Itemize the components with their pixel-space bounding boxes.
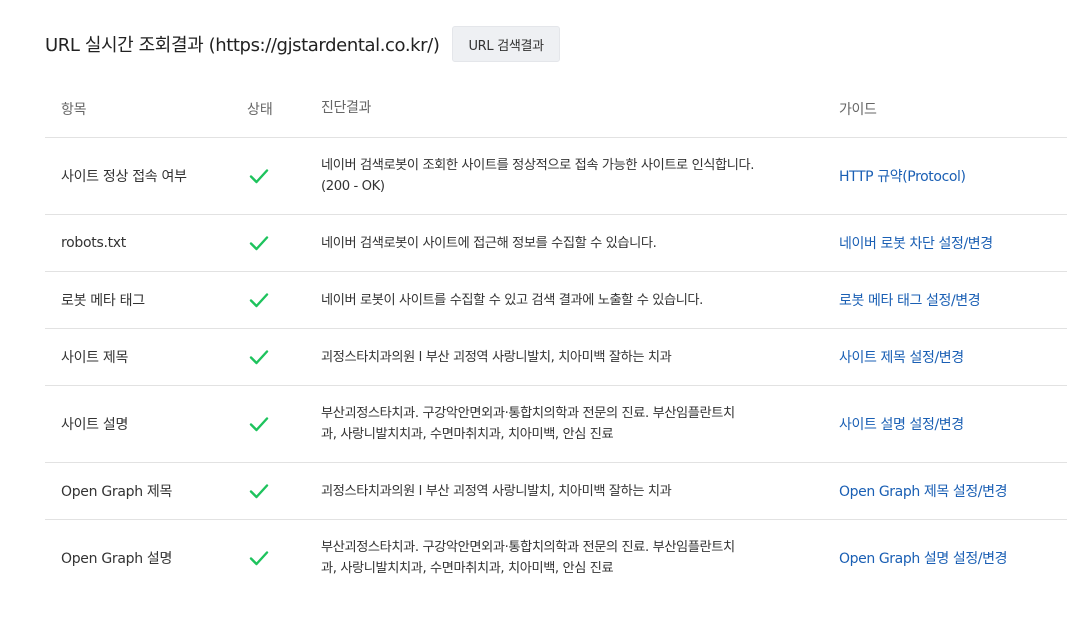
check-icon <box>249 168 269 184</box>
row-item-label: 사이트 정상 접속 여부 <box>61 169 187 185</box>
row-guide: Open Graph 제목 설정/변경 <box>839 481 1067 501</box>
table-row: 사이트 정상 접속 여부 네이버 검색로봇이 조회한 사이트를 정상적으로 접속… <box>45 138 1067 215</box>
row-item-label: Open Graph 설명 <box>61 551 173 567</box>
row-guide: 사이트 설명 설정/변경 <box>839 414 1067 434</box>
row-result-line: 부산괴정스타치과. 구강악안면외과·통합치의학과 전문의 진료. 부산임플란트치 <box>321 406 735 421</box>
row-guide: Open Graph 설명 설정/변경 <box>839 548 1067 568</box>
row-item-label: 사이트 제목 <box>61 350 129 366</box>
guide-link-site-title[interactable]: 사이트 제목 설정/변경 <box>839 350 964 366</box>
row-status <box>231 349 321 365</box>
table-row: 사이트 제목 괴정스타치과의원 l 부산 괴정역 사랑니발치, 치아미백 잘하는… <box>45 329 1067 386</box>
row-result-line: 괴정스타치과의원 l 부산 괴정역 사랑니발치, 치아미백 잘하는 치과 <box>321 349 672 365</box>
row-item-label: 사이트 설명 <box>61 417 129 433</box>
column-header-result: 진단결과 <box>321 100 371 116</box>
table-row: 사이트 설명 부산괴정스타치과. 구강악안면외과·통합치의학과 전문의 진료. … <box>45 386 1067 463</box>
guide-link-site-description[interactable]: 사이트 설명 설정/변경 <box>839 417 964 433</box>
row-result-line-2: 과, 사랑니발치치과, 수면마취치과, 치아미백, 안심 진료 <box>321 561 614 576</box>
check-icon <box>249 292 269 308</box>
row-result-line: 괴정스타치과의원 l 부산 괴정역 사랑니발치, 치아미백 잘하는 치과 <box>321 483 672 499</box>
table-row: Open Graph 제목 괴정스타치과의원 l 부산 괴정역 사랑니발치, 치… <box>45 463 1067 520</box>
row-result-line-2: 과, 사랑니발치치과, 수면마취치과, 치아미백, 안심 진료 <box>321 427 614 442</box>
row-status <box>231 483 321 499</box>
row-item-label: Open Graph 제목 <box>61 484 173 500</box>
row-result: 네이버 로봇이 사이트를 수집할 수 있고 검색 결과에 노출할 수 있습니다. <box>321 290 839 311</box>
check-icon <box>249 235 269 251</box>
row-result: 부산괴정스타치과. 구강악안면외과·통합치의학과 전문의 진료. 부산임플란트치… <box>321 537 839 579</box>
guide-link-og-description[interactable]: Open Graph 설명 설정/변경 <box>839 551 1007 567</box>
row-guide: 네이버 로봇 차단 설정/변경 <box>839 233 1067 253</box>
url-search-result-button[interactable]: URL 검색결과 <box>452 26 560 62</box>
table-row: 로봇 메타 태그 네이버 로봇이 사이트를 수집할 수 있고 검색 결과에 노출… <box>45 272 1067 329</box>
column-header-status: 상태 <box>247 101 273 118</box>
page-title: URL 실시간 조회결과 (https://gjstardental.co.kr… <box>45 35 440 56</box>
table-header: 항목 상태 진단결과 가이드 <box>45 80 1067 138</box>
guide-link-robots-block[interactable]: 네이버 로봇 차단 설정/변경 <box>839 236 993 252</box>
row-status <box>231 416 321 432</box>
row-item-label: 로봇 메타 태그 <box>61 293 145 309</box>
guide-link-og-title[interactable]: Open Graph 제목 설정/변경 <box>839 484 1007 500</box>
row-status <box>231 168 321 184</box>
diagnosis-table: 항목 상태 진단결과 가이드 사이트 정상 접속 여부 네이버 검색로봇이 조회… <box>45 80 1067 596</box>
row-item-label: robots.txt <box>61 235 126 251</box>
row-result-line-2: (200 - OK) <box>321 179 385 194</box>
row-result: 부산괴정스타치과. 구강악안면외과·통합치의학과 전문의 진료. 부산임플란트치… <box>321 403 839 445</box>
check-icon <box>249 550 269 566</box>
check-icon <box>249 483 269 499</box>
table-row: Open Graph 설명 부산괴정스타치과. 구강악안면외과·통합치의학과 전… <box>45 520 1067 596</box>
row-result-line: 부산괴정스타치과. 구강악안면외과·통합치의학과 전문의 진료. 부산임플란트치 <box>321 540 735 555</box>
column-header-guide: 가이드 <box>839 101 877 118</box>
row-guide: HTTP 규약(Protocol) <box>839 166 1067 186</box>
row-status <box>231 235 321 251</box>
row-status <box>231 292 321 308</box>
row-result: 괴정스타치과의원 l 부산 괴정역 사랑니발치, 치아미백 잘하는 치과 <box>321 347 839 368</box>
row-result: 네이버 검색로봇이 조회한 사이트를 정상적으로 접속 가능한 사이트로 인식합… <box>321 155 839 197</box>
check-icon <box>249 416 269 432</box>
url-inspection-panel: URL 실시간 조회결과 (https://gjstardental.co.kr… <box>0 0 1067 631</box>
column-header-item: 항목 <box>61 101 87 118</box>
row-guide: 사이트 제목 설정/변경 <box>839 347 1067 367</box>
title-row: URL 실시간 조회결과 (https://gjstardental.co.kr… <box>45 26 560 62</box>
table-row: robots.txt 네이버 검색로봇이 사이트에 접근해 정보를 수집할 수 … <box>45 215 1067 272</box>
guide-link-http-protocol[interactable]: HTTP 규약(Protocol) <box>839 169 966 185</box>
row-result: 괴정스타치과의원 l 부산 괴정역 사랑니발치, 치아미백 잘하는 치과 <box>321 481 839 502</box>
row-guide: 로봇 메타 태그 설정/변경 <box>839 290 1067 310</box>
row-result-line: 네이버 검색로봇이 사이트에 접근해 정보를 수집할 수 있습니다. <box>321 235 657 251</box>
check-icon <box>249 349 269 365</box>
row-status <box>231 550 321 566</box>
row-result-line: 네이버 검색로봇이 조회한 사이트를 정상적으로 접속 가능한 사이트로 인식합… <box>321 158 755 173</box>
row-result: 네이버 검색로봇이 사이트에 접근해 정보를 수집할 수 있습니다. <box>321 233 839 254</box>
row-result-line: 네이버 로봇이 사이트를 수집할 수 있고 검색 결과에 노출할 수 있습니다. <box>321 292 703 308</box>
guide-link-robot-meta-tag[interactable]: 로봇 메타 태그 설정/변경 <box>839 293 981 309</box>
